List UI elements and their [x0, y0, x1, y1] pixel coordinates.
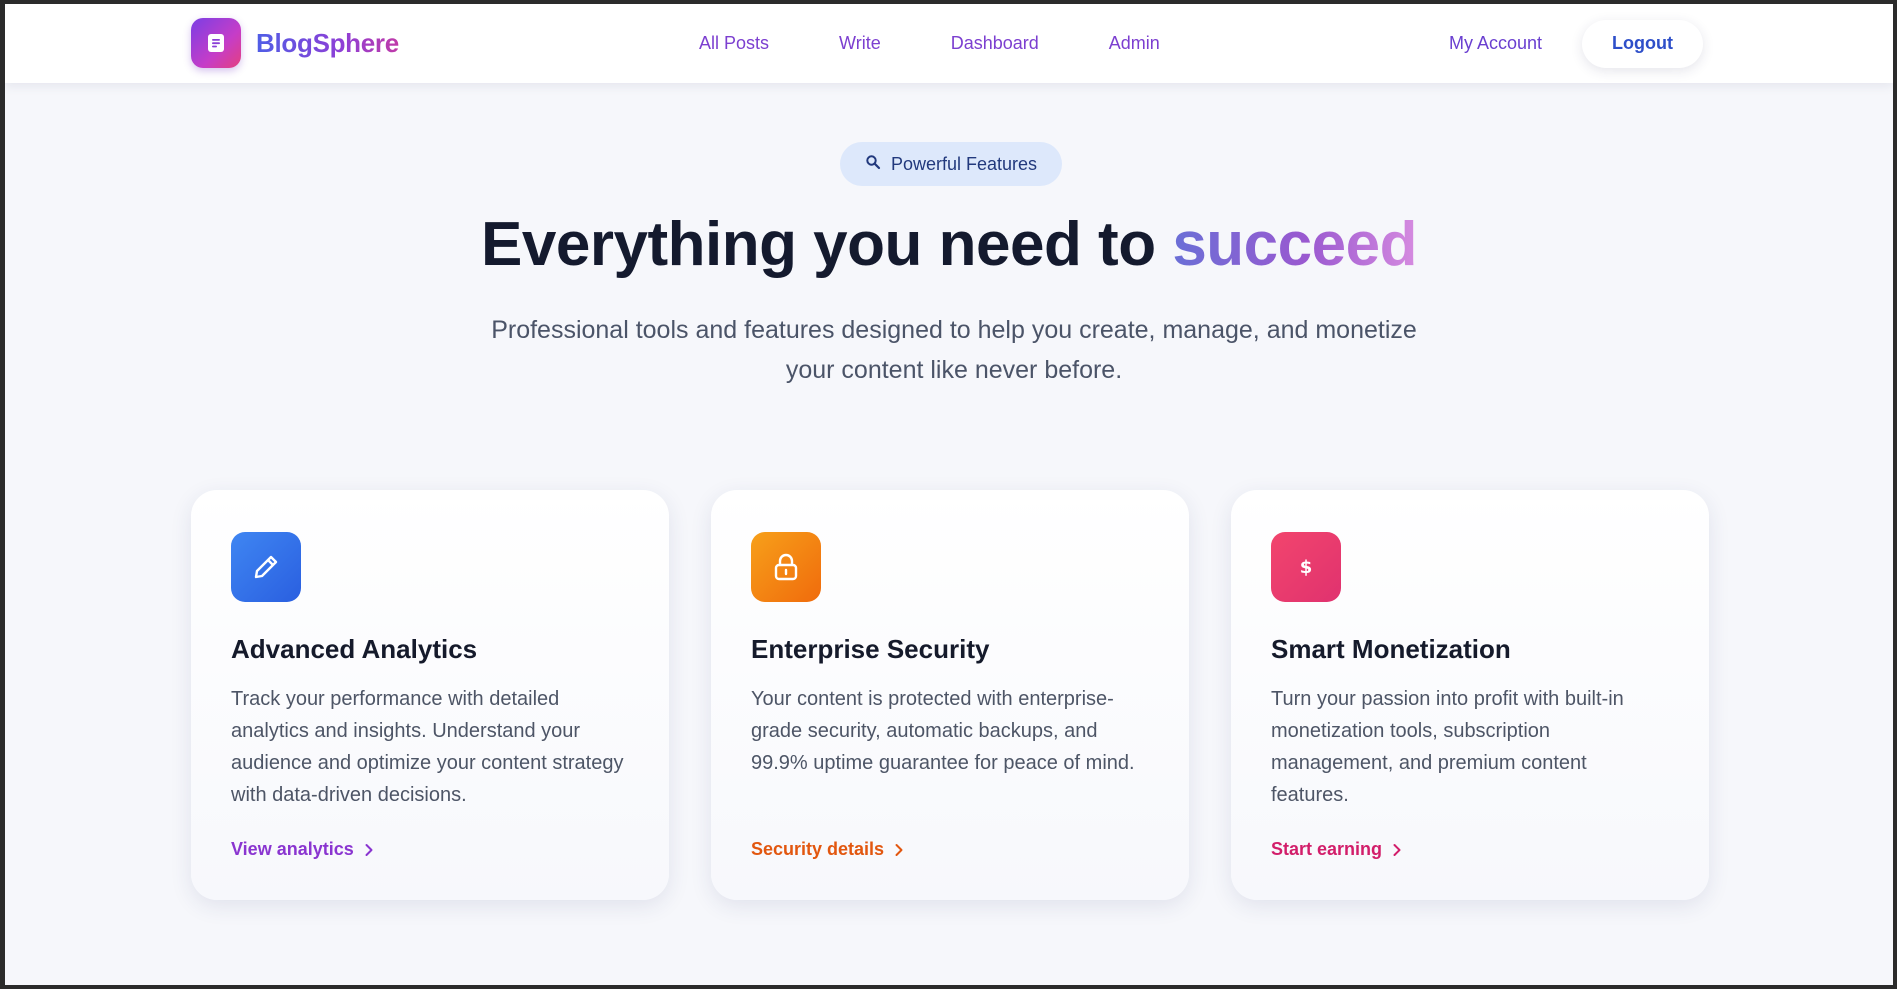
feature-card-security: Enterprise Security Your content is prot… — [711, 490, 1189, 900]
search-icon — [865, 154, 881, 175]
card-title: Enterprise Security — [751, 634, 990, 664]
nav-all-posts[interactable]: All Posts — [699, 33, 769, 54]
hero-title-accent: succeed — [1172, 210, 1417, 279]
logout-button[interactable]: Logout — [1582, 19, 1704, 68]
card-link-label: View analytics — [231, 839, 354, 859]
my-account-link[interactable]: My Account — [1449, 33, 1542, 54]
account-area: My Account Logout — [1449, 4, 1704, 83]
card-link-label: Start earning — [1271, 839, 1383, 859]
browser-viewport: BlogSphere All Posts Write Dashboard Adm… — [5, 4, 1893, 985]
nav-write[interactable]: Write — [839, 33, 881, 54]
top-navbar: BlogSphere All Posts Write Dashboard Adm… — [5, 4, 1893, 83]
hero-subtitle: Professional tools and features designed… — [491, 316, 1417, 384]
chevron-right-icon — [365, 843, 373, 856]
pencil-icon — [231, 532, 301, 602]
nav-dashboard[interactable]: Dashboard — [951, 33, 1039, 54]
chevron-right-icon — [1393, 843, 1401, 856]
view-analytics-link[interactable]: View analytics — [231, 839, 374, 860]
card-link-label: Security details — [751, 839, 885, 859]
main-nav: All Posts Write Dashboard Admin — [699, 4, 1230, 83]
hero-title: Everything you need to succeed — [5, 209, 1893, 280]
chevron-right-icon — [895, 843, 903, 856]
card-description: Your content is protected with enterpris… — [751, 688, 1135, 774]
badge-label: Powerful Features — [890, 153, 1038, 174]
feature-card-analytics: Advanced Analytics Track your performanc… — [191, 490, 669, 900]
feature-card-monetization: $ Smart Monetization Turn your passion i… — [1231, 490, 1709, 900]
nav-admin[interactable]: Admin — [1109, 33, 1160, 54]
brand-name: BlogSphere — [256, 27, 399, 58]
lock-icon — [751, 532, 821, 602]
security-details-link[interactable]: Security details — [751, 839, 904, 860]
card-description: Track your performance with detailed ana… — [231, 688, 624, 806]
start-earning-link[interactable]: Start earning — [1271, 839, 1402, 860]
card-description: Turn your passion into profit with built… — [1271, 688, 1624, 806]
card-title: Advanced Analytics — [231, 634, 478, 664]
features-badge: Powerful Features — [840, 142, 1062, 186]
dollar-icon: $ — [1271, 532, 1341, 602]
card-title: Smart Monetization — [1271, 634, 1511, 664]
document-icon — [191, 18, 241, 68]
brand-logo[interactable]: BlogSphere — [191, 18, 399, 68]
hero-title-main: Everything you need to — [481, 210, 1173, 279]
